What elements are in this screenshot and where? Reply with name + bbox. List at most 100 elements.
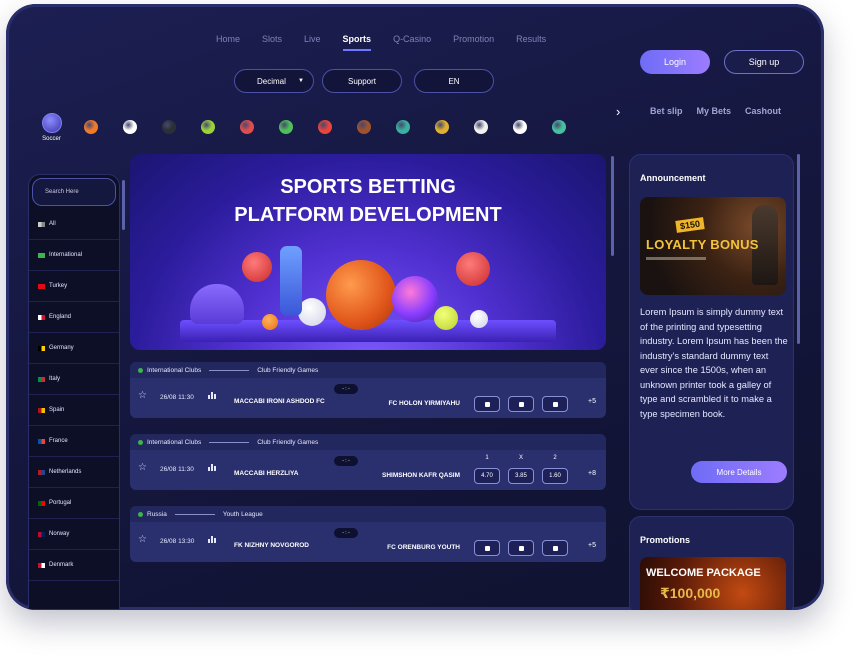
stats-icon[interactable] xyxy=(208,536,216,543)
sidebar-item[interactable]: Denmark xyxy=(29,550,119,581)
star-icon[interactable]: ☆ xyxy=(138,462,147,473)
sidebar-item[interactable]: Norway xyxy=(29,519,119,550)
loyalty-bonus-banner[interactable]: $150 LOYALTY BONUS xyxy=(640,197,786,295)
golf-ball-icon xyxy=(470,310,488,328)
small-ball-icon xyxy=(262,314,278,330)
table-tennis-paddle-icon xyxy=(456,252,490,286)
sport-item[interactable]: Soccer xyxy=(32,108,71,146)
sidebar-item[interactable]: Germany xyxy=(29,333,119,364)
odds-button[interactable] xyxy=(474,396,500,412)
sport-item[interactable] xyxy=(71,108,110,146)
more-markets-link[interactable]: +5 xyxy=(588,542,596,549)
nav-slots[interactable]: Slots xyxy=(262,34,282,51)
tennis-ball-icon xyxy=(434,306,458,330)
sport-item[interactable] xyxy=(422,108,461,146)
tab-bet-slip[interactable]: Bet slip xyxy=(650,106,683,116)
support-button[interactable]: Support xyxy=(322,69,402,93)
event-row[interactable]: ☆ 26/08 11:30 - : - MACCABI IRONI ASHDOD FC… xyxy=(130,378,606,418)
sidebar-scrollbar[interactable] xyxy=(122,180,125,230)
nav-promotion[interactable]: Promotion xyxy=(453,34,494,51)
tab-my-bets[interactable]: My Bets xyxy=(697,106,732,116)
table-tennis-paddle-icon xyxy=(242,252,272,282)
sidebar-item[interactable]: All xyxy=(29,209,119,240)
sport-item[interactable] xyxy=(266,108,305,146)
baseball-icon xyxy=(122,120,137,134)
sport-item[interactable] xyxy=(110,108,149,146)
football-icon xyxy=(512,120,527,134)
handball-icon xyxy=(239,120,254,134)
sidebar-item[interactable]: Turkey xyxy=(29,271,119,302)
sidebar-item-label: Netherlands xyxy=(49,469,82,475)
country-sidebar: Search Here All International Turkey Englan… xyxy=(28,174,120,610)
odds-button[interactable] xyxy=(508,396,534,412)
language-select[interactable]: EN xyxy=(414,69,494,93)
promo-amount: ₹100,000 xyxy=(660,585,721,601)
odds-button[interactable]: 1.60 xyxy=(542,468,568,484)
baseball-icon xyxy=(298,298,326,326)
flag-icon xyxy=(38,407,45,413)
event-date: 26/08 11:30 xyxy=(160,394,194,401)
sidebar-item[interactable]: Italy xyxy=(29,364,119,395)
sport-item[interactable] xyxy=(500,108,539,146)
more-details-button[interactable]: More Details xyxy=(691,461,787,483)
sport-item[interactable] xyxy=(188,108,227,146)
star-icon[interactable]: ☆ xyxy=(138,390,147,401)
sidebar-item[interactable]: International xyxy=(29,240,119,271)
odds-format-select[interactable]: Decimal ▼ xyxy=(234,69,314,93)
welcome-package-banner[interactable]: WELCOME PACKAGE ₹100,000 xyxy=(640,557,786,610)
sidebar-item[interactable]: Spain xyxy=(29,395,119,426)
lock-icon xyxy=(518,545,524,551)
sidebar-item[interactable]: England xyxy=(29,302,119,333)
stats-icon[interactable] xyxy=(208,392,216,399)
star-icon[interactable]: ☆ xyxy=(138,534,147,545)
home-team: MACCABI HERZLIYA xyxy=(234,470,299,477)
sport-item[interactable] xyxy=(149,108,188,146)
main-scrollbar[interactable] xyxy=(611,156,614,256)
odds-button[interactable] xyxy=(474,540,500,556)
sport-item[interactable] xyxy=(461,108,500,146)
more-markets-link[interactable]: +5 xyxy=(588,398,596,405)
lock-icon xyxy=(484,401,490,407)
event-date: 26/08 13:30 xyxy=(160,538,195,545)
nav-home[interactable]: Home xyxy=(216,34,240,51)
odds-button[interactable]: 3.85 xyxy=(508,468,534,484)
promotions-panel: Promotions WELCOME PACKAGE ₹100,000 xyxy=(629,516,794,610)
more-markets-link[interactable]: +8 xyxy=(588,470,596,477)
search-input[interactable]: Search Here xyxy=(32,178,116,206)
sport-item[interactable] xyxy=(227,108,266,146)
sidebar-item[interactable]: France xyxy=(29,426,119,457)
sport-item[interactable] xyxy=(344,108,383,146)
flag-icon xyxy=(38,221,45,227)
right-panel-scrollbar[interactable] xyxy=(797,154,800,344)
sidebar-item[interactable]: Netherlands xyxy=(29,457,119,488)
globe-icon xyxy=(138,439,143,445)
tab-cashout[interactable]: Cashout xyxy=(745,106,781,116)
event-row[interactable]: ☆ 26/08 13:30 - : - FK NIZHNY NOVGOROD FC OR… xyxy=(130,522,606,562)
stats-icon[interactable] xyxy=(208,464,216,471)
odds-button[interactable]: 4.70 xyxy=(474,468,500,484)
event-header: International Clubs Club Friendly Games xyxy=(130,362,606,378)
sport-item[interactable] xyxy=(305,108,344,146)
signup-button[interactable]: Sign up xyxy=(724,50,804,74)
sport-item[interactable] xyxy=(383,108,422,146)
sport-item[interactable] xyxy=(539,108,578,146)
table-tennis-icon xyxy=(551,120,566,134)
nav-live[interactable]: Live xyxy=(304,34,321,51)
odds-button[interactable] xyxy=(542,396,568,412)
login-button[interactable]: Login xyxy=(640,50,710,74)
home-team: FK NIZHNY NOVGOROD xyxy=(234,542,309,549)
nav-sports[interactable]: Sports xyxy=(342,34,372,51)
lock-icon xyxy=(518,401,524,407)
odds-button[interactable] xyxy=(508,540,534,556)
event-row[interactable]: ☆ 26/08 11:30 - : - MACCABI HERZLIYA SHIMSHO… xyxy=(130,450,606,490)
hero-banner[interactable]: SPORTS BETTING PLATFORM DEVELOPMENT xyxy=(130,154,606,350)
odds-value: 3.85 xyxy=(515,473,527,479)
nav-q-casino[interactable]: Q-Casino xyxy=(393,34,431,51)
boxing-icon xyxy=(317,120,332,134)
chevron-right-icon[interactable]: › xyxy=(616,104,620,119)
odds-button[interactable] xyxy=(542,540,568,556)
competition-name: Youth League xyxy=(222,510,263,518)
home-team: MACCABI IRONI ASHDOD FC xyxy=(234,398,325,405)
sidebar-item[interactable]: Portugal xyxy=(29,488,119,519)
nav-results[interactable]: Results xyxy=(516,34,546,51)
